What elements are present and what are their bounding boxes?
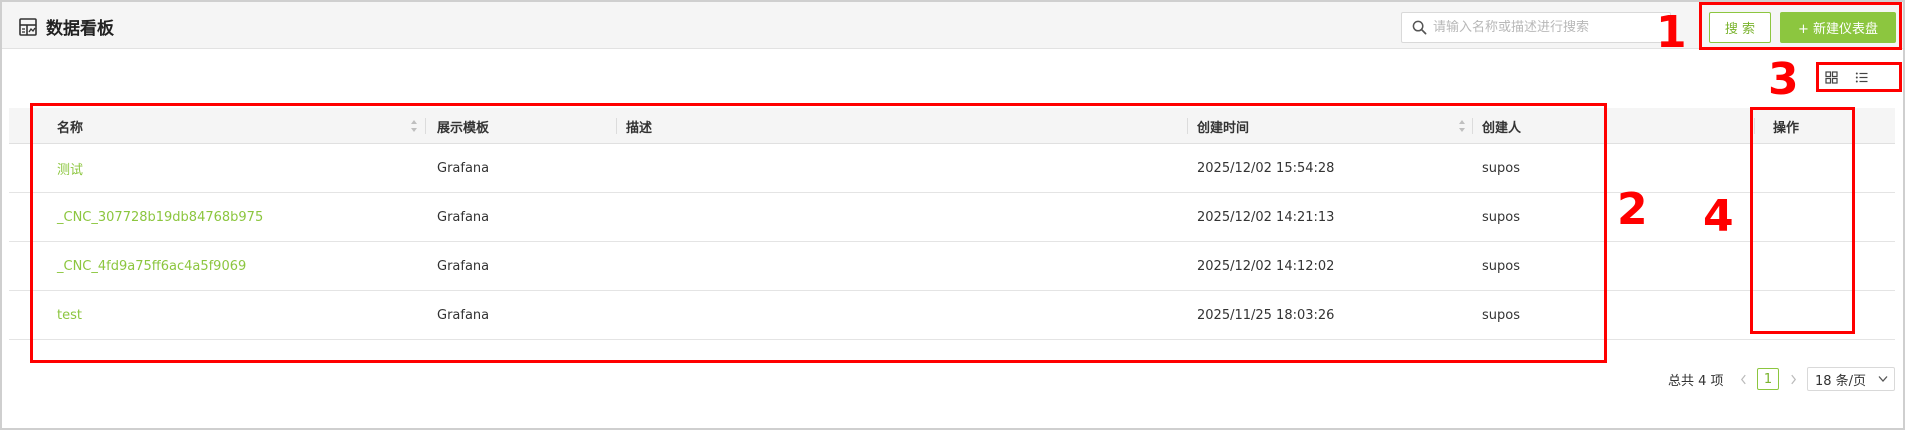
page-number-current[interactable]: 1 [1757, 368, 1779, 390]
page-size-value: 18 条/页 [1815, 373, 1867, 389]
chevron-right-icon [1790, 374, 1796, 384]
pagination-total: 总共 4 项 [1668, 373, 1724, 389]
search-icon [1412, 20, 1427, 35]
page-header: 数据看板 搜 索 + 新建仪表盘 [2, 2, 1903, 49]
search-input[interactable] [1433, 20, 1670, 35]
annotation-label-2: 2 [1617, 184, 1648, 235]
annotation-box-3 [1816, 62, 1902, 92]
annotation-label-3: 3 [1768, 54, 1799, 105]
annotation-box-2 [30, 103, 1607, 363]
page-size-select[interactable]: 18 条/页 [1807, 367, 1895, 391]
next-page-button[interactable] [1785, 367, 1801, 391]
dashboard-icon [18, 17, 38, 37]
page-title: 数据看板 [46, 19, 114, 39]
prev-page-button[interactable] [1735, 367, 1751, 391]
annotation-label-4: 4 [1703, 191, 1734, 242]
search-field[interactable] [1401, 12, 1671, 43]
chevron-down-icon [1878, 376, 1888, 382]
chevron-left-icon [1740, 374, 1746, 384]
annotation-label-1: 1 [1656, 7, 1687, 58]
annotation-box-1 [1699, 2, 1902, 50]
title-area: 数据看板 [18, 14, 114, 39]
annotation-box-4 [1750, 107, 1855, 334]
